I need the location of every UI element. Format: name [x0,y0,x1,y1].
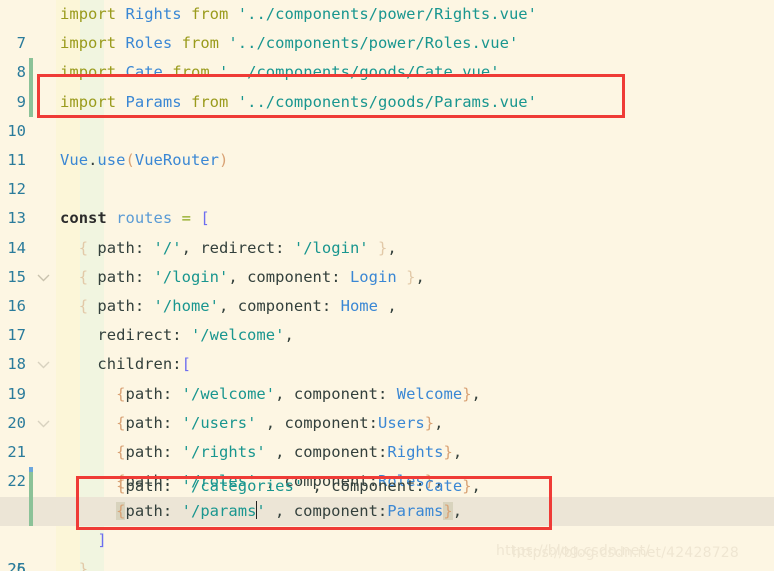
editor-line-22[interactable]: 22 {path: '/rights' , component:Rights}, [0,438,774,490]
editor-line-10[interactable]: 10 import Params from '../components/goo… [0,87,774,140]
fold-chevron-down-icon[interactable] [37,204,51,282]
line-code[interactable]: { path: '/login', component: Login }, [60,263,425,292]
change-bar-green [29,496,33,526]
editor-line-18[interactable]: 18 redirect: '/welcome', [0,321,774,373]
line-code[interactable]: {path: '/params' , component:Params}, [60,497,462,526]
change-bar-green [29,58,33,88]
line-code[interactable]: ] [60,526,107,555]
editor-line-19[interactable]: 19 children:[ [0,350,774,428]
line-code[interactable]: import Cate from '../components/goods/Ca… [60,58,500,87]
line-code[interactable]: { path: '/', redirect: '/login' }, [60,234,397,263]
editor-line-25-active[interactable]: 25 {path: '/params' , component:Params}, [0,496,774,571]
line-code[interactable]: } [60,555,88,571]
line-code[interactable]: import Params from '../components/goods/… [60,88,537,117]
editor-line-14[interactable]: 14 const routes = [ [0,204,774,282]
editor-line-7[interactable]: 7 import Rights from '../components/powe… [0,0,774,52]
change-bar-green [29,87,33,117]
editor-line-8[interactable]: 8 import Roles from '../components/power… [0,29,774,81]
editor-line-13[interactable]: 13 [0,175,774,227]
line-code[interactable]: redirect: '/welcome', [60,321,294,350]
editor-line-27[interactable]: 27 } [0,555,774,571]
line-code[interactable]: import Roles from '../components/power/R… [60,29,518,58]
line-code[interactable]: {path: '/rights' , component:Rights}, [60,438,462,467]
bracket-match-close: } [443,501,453,520]
editor-line-15[interactable]: 15 { path: '/', redirect: '/login' }, [0,234,774,286]
editor-line-16[interactable]: 16 { path: '/login', component: Login }, [0,263,774,315]
editor-line-12[interactable]: 12 Vue.use(VueRouter) [0,146,774,198]
code-editor[interactable]: 7 import Rights from '../components/powe… [0,0,774,571]
editor-line-11[interactable]: 11 [0,117,774,169]
editor-line-21[interactable]: 21 {path: '/users' , component:Users}, [0,409,774,461]
line-code[interactable]: const routes = [ [60,204,210,233]
line-code[interactable]: Vue.use(VueRouter) [60,146,228,175]
editor-line-17[interactable]: 17 { path: '/home', component: Home , [0,292,774,369]
editor-line-9[interactable]: 9 import Cate from '../components/goods/… [0,58,774,111]
line-code[interactable]: { path: '/home', component: Home , [60,292,397,321]
editor-line-20[interactable]: 20 {path: '/welcome', component: Welcome… [0,380,774,432]
line-code[interactable]: {path: '/users' , component:Users}, [60,409,444,438]
fold-chevron-down-icon[interactable] [37,292,51,369]
line-code[interactable]: {path: '/welcome', component: Welcome}, [60,380,481,409]
editor-line-26[interactable]: 26 ] [0,526,774,571]
line-code[interactable]: import Rights from '../components/power/… [60,0,537,29]
fold-chevron-down-icon[interactable] [37,350,51,428]
line-code[interactable]: children:[ [60,350,191,379]
